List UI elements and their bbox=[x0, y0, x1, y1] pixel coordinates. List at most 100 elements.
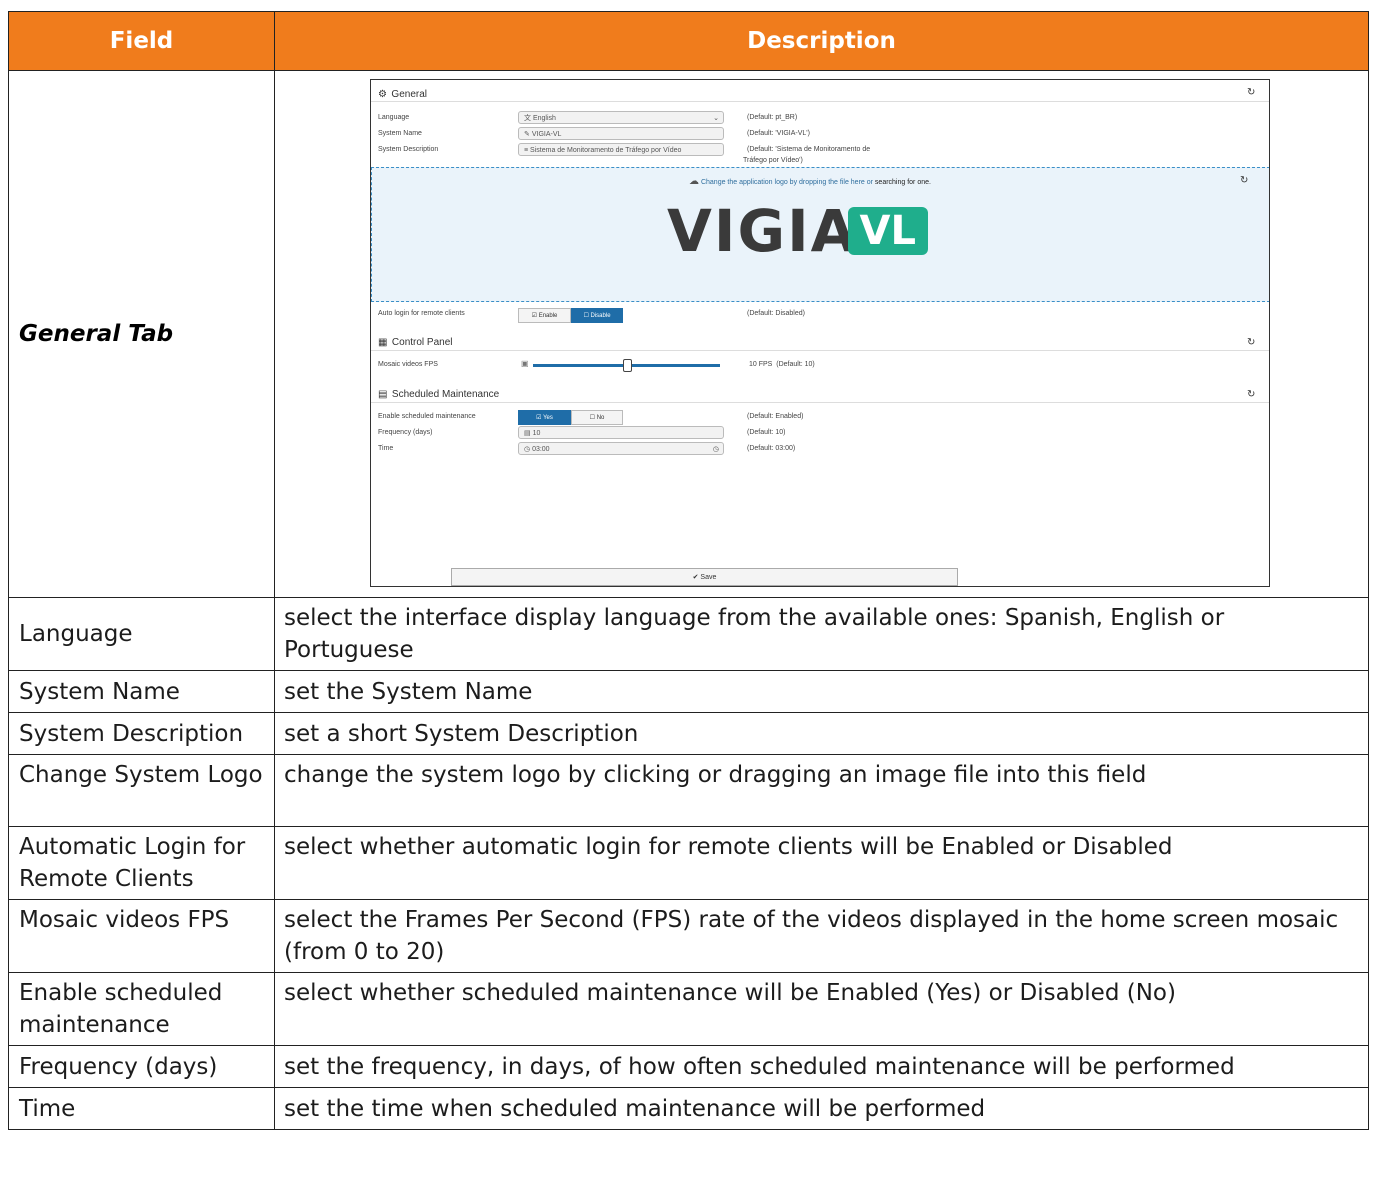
enable-label: Enable bbox=[538, 313, 558, 319]
divider bbox=[371, 402, 1269, 403]
enable-button[interactable]: ☑ Enable bbox=[518, 308, 571, 323]
field-cell: Mosaic videos FPS bbox=[8, 899, 275, 973]
table-row: Automatic Login for Remote Clients selec… bbox=[8, 826, 1369, 900]
no-label: No bbox=[596, 415, 605, 421]
checkbox-checked-icon: ☑ bbox=[536, 415, 542, 421]
save-label: Save bbox=[700, 574, 717, 581]
system-description-label: System Description bbox=[378, 146, 439, 153]
calendar-icon: ▤ bbox=[524, 430, 531, 437]
time-label: Time bbox=[378, 445, 394, 452]
description-cell: set the time when scheduled maintenance … bbox=[274, 1087, 1369, 1130]
settings-table: Field Description General Tab ⚙ General … bbox=[8, 11, 1369, 1130]
auto-login-label: Auto login for remote clients bbox=[378, 310, 465, 317]
gears-icon: ⚙ bbox=[378, 89, 387, 100]
general-tab-label: General Tab bbox=[8, 70, 275, 598]
system-name-value: VIGIA-VL bbox=[531, 131, 562, 138]
maintenance-title: Scheduled Maintenance bbox=[391, 389, 500, 400]
table-row: System Name set the System Name bbox=[8, 670, 1369, 713]
lines-icon: ≡ bbox=[524, 147, 529, 154]
time-input[interactable]: ◷ 03:00 ◷ bbox=[518, 442, 724, 455]
frequency-label: Frequency (days) bbox=[378, 429, 433, 436]
table-row: Time set the time when scheduled mainten… bbox=[8, 1087, 1369, 1130]
mosaic-fps-value: 10 FPS bbox=[749, 361, 773, 368]
field-cell: Time bbox=[8, 1087, 275, 1130]
auto-login-default: (Default: Disabled) bbox=[747, 310, 805, 317]
table-row: Language select the interface display la… bbox=[8, 597, 1369, 671]
maintenance-reset-icon[interactable]: ↻ bbox=[1247, 389, 1255, 400]
mosaic-fps-label: Mosaic videos FPS bbox=[378, 361, 438, 368]
language-default: (Default: pt_BR) bbox=[747, 114, 798, 121]
yes-label: Yes bbox=[543, 415, 553, 421]
grid-icon: ▦ bbox=[378, 337, 388, 348]
checkbox-empty-icon: ☐ bbox=[589, 415, 596, 421]
system-description-default-cont: Tráfego por Vídeo') bbox=[743, 157, 803, 164]
enable-maintenance-default: (Default: Enabled) bbox=[747, 413, 804, 420]
system-name-label: System Name bbox=[378, 130, 422, 137]
maintenance-header: ▤ Scheduled Maintenance bbox=[378, 384, 499, 402]
language-label: Language bbox=[378, 114, 410, 121]
description-cell: set the frequency, in days, of how often… bbox=[274, 1045, 1369, 1088]
general-tab-screenshot-cell: ⚙ General ↻ Language 文 English ⌄ (Defaul… bbox=[274, 70, 1369, 598]
system-name-input[interactable]: ✎ VIGIA-VL bbox=[518, 127, 724, 140]
chevron-down-icon: ⌄ bbox=[713, 115, 719, 122]
general-section-header: ⚙ General bbox=[378, 84, 427, 102]
language-select[interactable]: 文 English ⌄ bbox=[518, 111, 724, 124]
system-description-value: Sistema de Monitoramento de Tráfego por … bbox=[530, 147, 682, 154]
divider bbox=[371, 101, 1269, 102]
table-row: Change System Logo change the system log… bbox=[8, 754, 1369, 827]
header-description: Description bbox=[274, 11, 1369, 71]
field-cell: Language bbox=[8, 597, 275, 671]
calendar-icon: ▤ bbox=[378, 389, 388, 400]
checkbox-checked-icon: ☑ bbox=[531, 313, 538, 319]
field-cell: System Name bbox=[8, 670, 275, 713]
field-cell: Enable scheduled maintenance bbox=[8, 972, 275, 1046]
mosaic-fps-slider[interactable] bbox=[533, 359, 720, 372]
system-name-default: (Default: 'VIGIA-VL') bbox=[747, 130, 810, 137]
field-cell: Frequency (days) bbox=[8, 1045, 275, 1088]
save-button[interactable]: ✔ Save bbox=[451, 568, 958, 586]
description-cell: change the system logo by clicking or dr… bbox=[274, 754, 1369, 827]
field-cell: Automatic Login for Remote Clients bbox=[8, 826, 275, 900]
logo-reset-icon[interactable]: ↻ bbox=[1240, 175, 1248, 186]
time-default: (Default: 03:00) bbox=[747, 445, 796, 452]
cloud-upload-icon: ☁ bbox=[689, 176, 699, 187]
no-button[interactable]: ☐ No bbox=[571, 410, 623, 425]
logo-dropzone[interactable]: ☁ Change the application logo by droppin… bbox=[371, 167, 1269, 302]
clock-picker-icon: ◷ bbox=[712, 446, 719, 453]
system-description-default: (Default: 'Sistema de Monitoramento de bbox=[747, 146, 871, 153]
field-cell: Change System Logo bbox=[8, 754, 275, 827]
vigia-vl-logo: VIGIAVL bbox=[667, 200, 928, 262]
logo-hint-text: Change the application logo by dropping … bbox=[700, 179, 873, 186]
logo-hint: ☁ Change the application logo by droppin… bbox=[689, 176, 931, 187]
disable-button[interactable]: ☐ Disable bbox=[571, 308, 623, 323]
description-cell: set the System Name bbox=[274, 670, 1369, 713]
header-field: Field bbox=[8, 11, 275, 71]
logo-hint-link[interactable]: searching for one. bbox=[875, 179, 931, 186]
divider bbox=[371, 350, 1269, 351]
description-cell: select the interface display language fr… bbox=[274, 597, 1369, 671]
tag-icon: ✎ bbox=[524, 131, 530, 138]
system-description-input[interactable]: ≡ Sistema de Monitoramento de Tráfego po… bbox=[518, 143, 724, 156]
frequency-value: 10 bbox=[532, 430, 541, 437]
yes-button[interactable]: ☑ Yes bbox=[518, 410, 571, 425]
frequency-input[interactable]: ▤ 10 bbox=[518, 426, 724, 439]
reset-icon[interactable]: ↻ bbox=[1247, 87, 1255, 98]
language-icon: 文 bbox=[524, 115, 531, 122]
description-cell: select whether scheduled maintenance wil… bbox=[274, 972, 1369, 1046]
description-cell: select the Frames Per Second (FPS) rate … bbox=[274, 899, 1369, 973]
checkbox-empty-icon: ☐ bbox=[583, 313, 589, 319]
mosaic-fps-readout: 10 FPS (Default: 10) bbox=[749, 361, 815, 368]
description-cell: select whether automatic login for remot… bbox=[274, 826, 1369, 900]
table-row: Frequency (days) set the frequency, in d… bbox=[8, 1045, 1369, 1088]
control-panel-title: Control Panel bbox=[391, 337, 453, 348]
general-settings-screenshot: ⚙ General ↻ Language 文 English ⌄ (Defaul… bbox=[370, 79, 1270, 587]
disable-label: Disable bbox=[590, 313, 611, 319]
control-panel-reset-icon[interactable]: ↻ bbox=[1247, 337, 1255, 348]
slider-handle[interactable] bbox=[622, 359, 632, 372]
logo-main-text: VIGIA bbox=[667, 197, 858, 265]
check-icon: ✔ bbox=[692, 574, 699, 581]
clock-icon: ◷ bbox=[524, 446, 531, 453]
table-header-row: Field Description bbox=[8, 11, 1369, 71]
table-row: Enable scheduled maintenance select whet… bbox=[8, 972, 1369, 1046]
table-row: System Description set a short System De… bbox=[8, 712, 1369, 755]
